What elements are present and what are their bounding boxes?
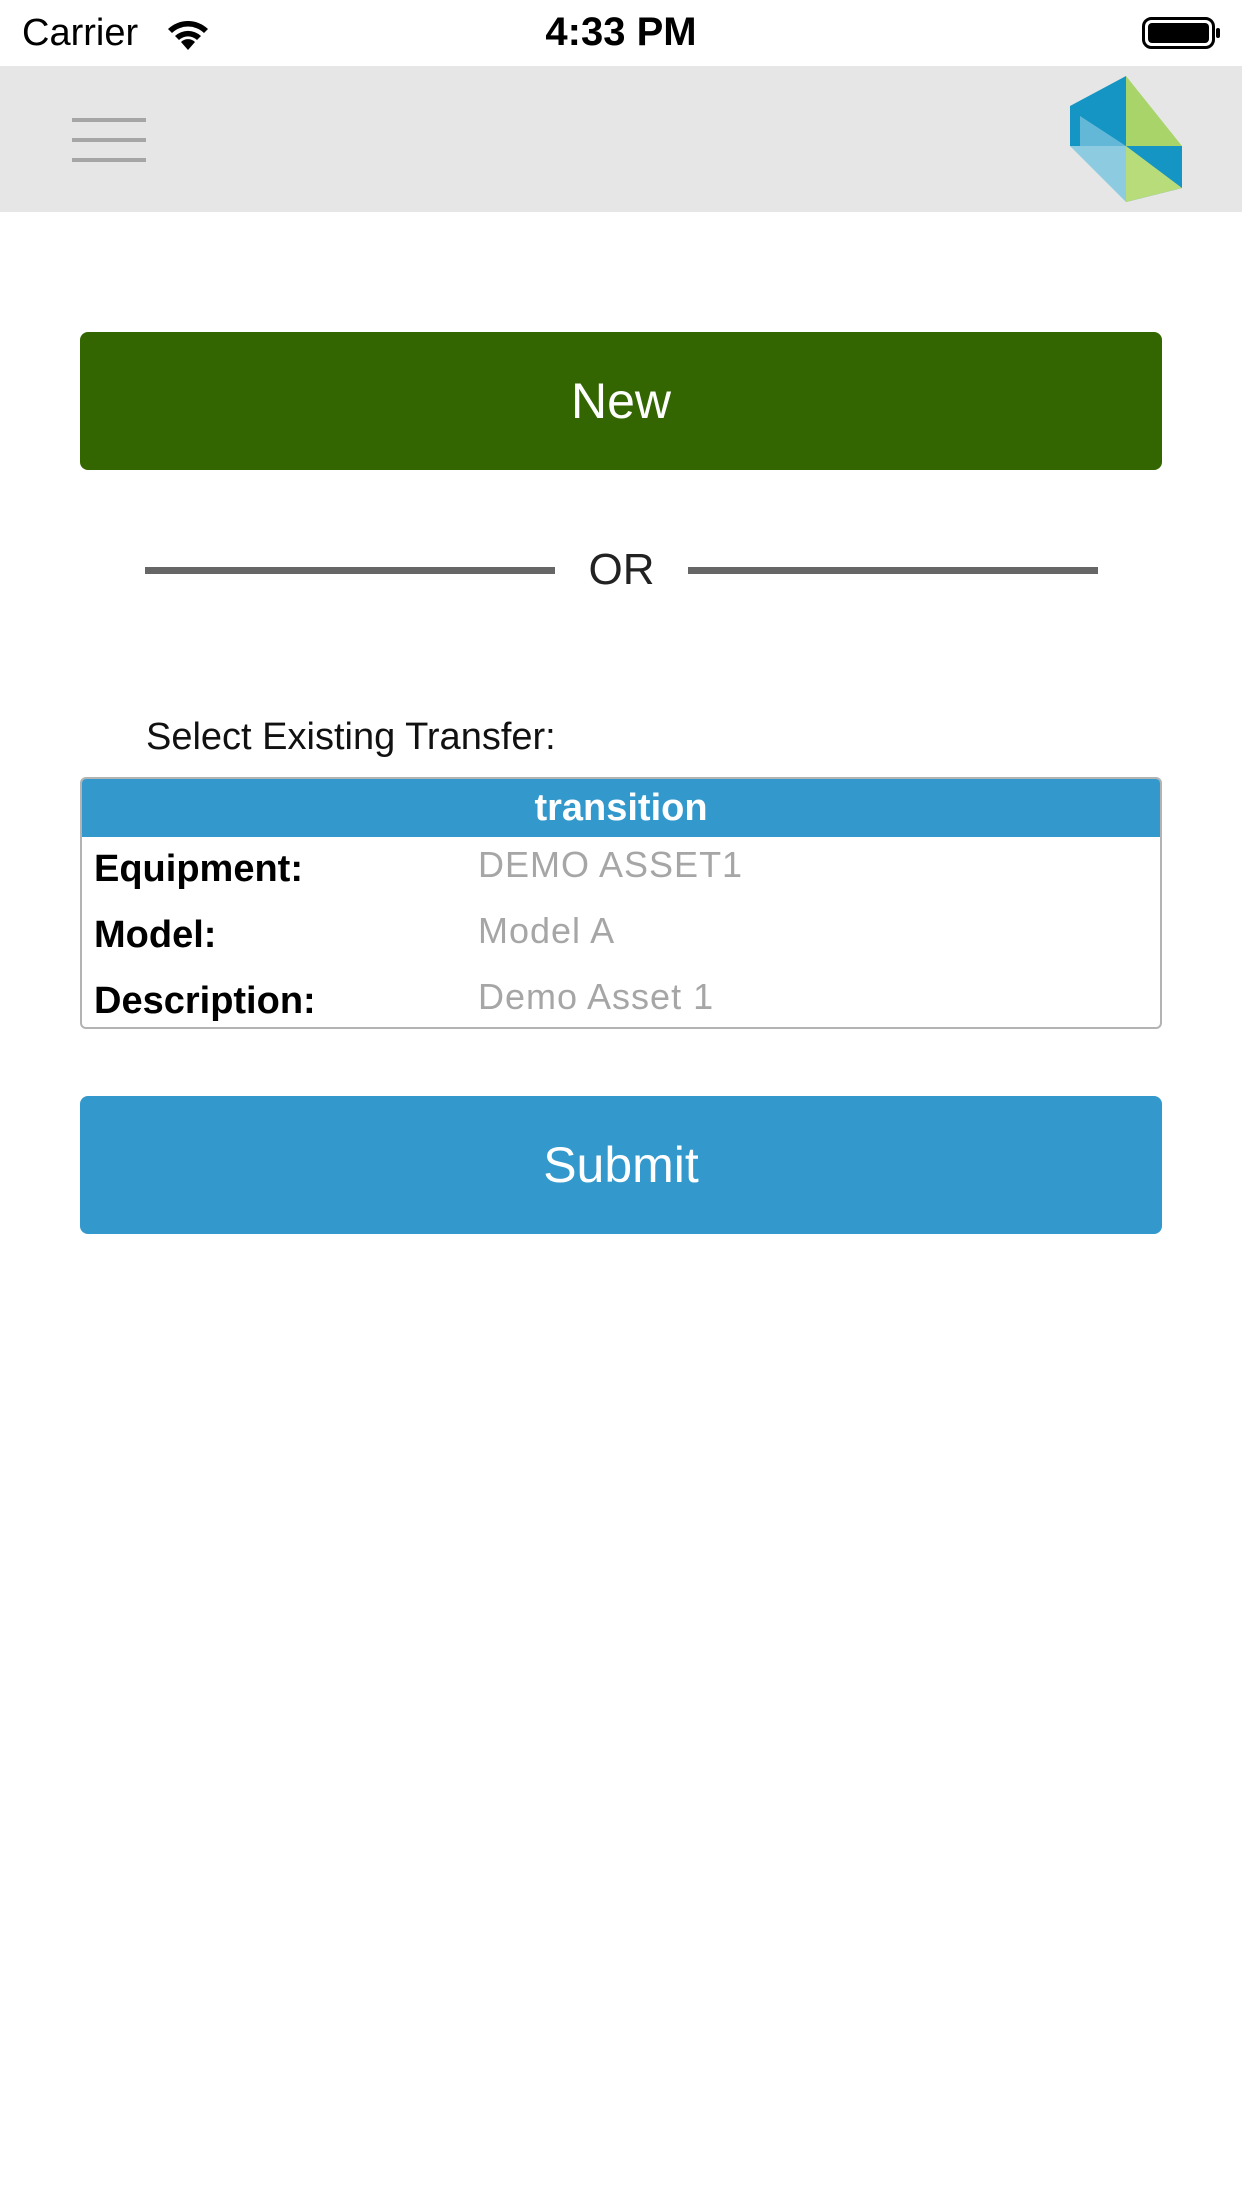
brand-logo-icon (1070, 76, 1182, 202)
or-divider-label: OR (588, 545, 655, 594)
menu-bar (72, 138, 146, 142)
battery-icon (1142, 17, 1220, 49)
select-existing-label: Select Existing Transfer: (146, 716, 556, 758)
description-label: Description: (94, 980, 316, 1022)
submit-button[interactable]: Submit (80, 1096, 1162, 1234)
model-label: Model: (94, 914, 217, 956)
description-value: Demo Asset 1 (478, 976, 715, 1017)
card-row-equipment: Equipment: DEMO ASSET1 (82, 837, 1160, 903)
model-value: Model A (478, 910, 616, 951)
divider-line-left (145, 567, 555, 574)
hamburger-menu-icon[interactable] (72, 118, 146, 162)
app-header (0, 66, 1242, 212)
card-row-model: Model: Model A (82, 903, 1160, 969)
new-button[interactable]: New (80, 332, 1162, 470)
equipment-label: Equipment: (94, 848, 303, 890)
transfer-card[interactable]: transition Equipment: DEMO ASSET1 Model:… (80, 777, 1162, 1029)
divider-line-right (688, 567, 1098, 574)
card-row-description: Description: Demo Asset 1 (82, 969, 1160, 1027)
menu-bar (72, 158, 146, 162)
status-bar: Carrier 4:33 PM (0, 0, 1242, 66)
status-time: 4:33 PM (545, 10, 697, 54)
menu-bar (72, 118, 146, 122)
equipment-value: DEMO ASSET1 (478, 844, 744, 885)
transfer-card-title: transition (82, 779, 1160, 837)
